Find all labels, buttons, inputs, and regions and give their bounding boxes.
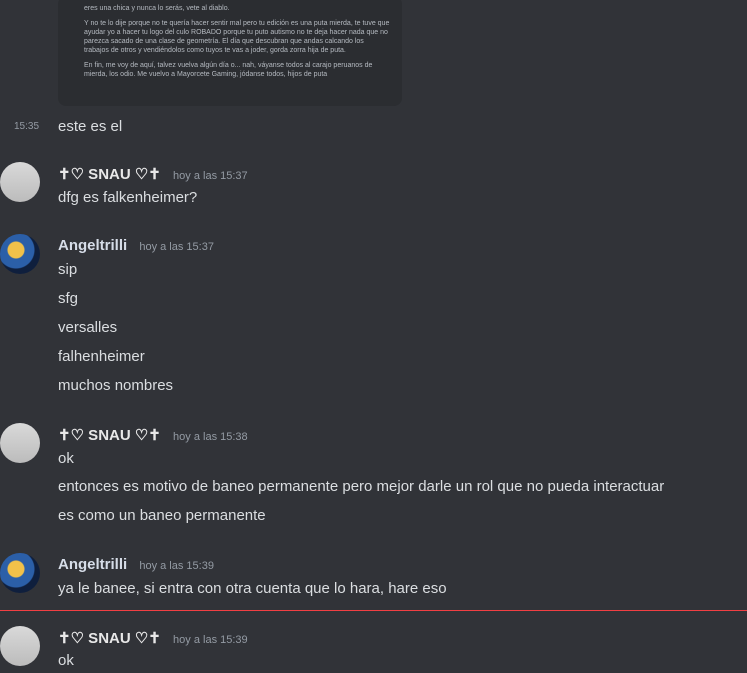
message-text: entonces es motivo de baneo permanente p… [58,478,665,495]
username[interactable]: ✝♡ SNAU ♡✝ hoy a las 15:38 [58,426,248,444]
message-time: hoy a las 15:39 [173,634,248,646]
message-text: es como un baneo permanente [58,507,266,524]
username[interactable]: ✝♡ SNAU ♡✝ hoy a las 15:39 [58,629,248,647]
embed-paragraph: En fin, me voy de aquí, talvez vuelva al… [84,62,373,78]
message-text: sip [58,261,78,278]
message-text: falhenheimer [58,348,145,365]
message-embed: eres una chica y nunca lo serás, vete al… [58,0,402,106]
message-text: muchos nombres [58,377,174,394]
message-time: hoy a las 15:37 [139,241,214,253]
message-text: sfg [58,290,79,307]
avatar[interactable] [0,162,40,202]
username[interactable]: Angeltrilli hoy a las 15:39 [58,556,214,573]
message-time: hoy a las 15:39 [139,560,214,572]
avatar[interactable] [0,626,40,666]
message-text: este es el [58,118,123,135]
message-time: hoy a las 15:37 [173,170,248,182]
message-time: hoy a las 15:38 [173,431,248,443]
message-text: versalles [58,319,118,336]
avatar[interactable] [0,234,40,274]
avatar[interactable] [0,553,40,593]
embed-paragraph: Y no te lo dije porque no te quería hace… [84,20,390,54]
message-text: dfg es falkenheimer? [58,189,198,206]
message-text: ya le banee, si entra con otra cuenta qu… [58,580,447,597]
username[interactable]: ✝♡ SNAU ♡✝ hoy a las 15:37 [58,165,248,183]
avatar[interactable] [0,423,40,463]
new-messages-divider [0,610,747,611]
message-text: ok [58,652,74,669]
embed-line: eres una chica y nunca lo serás, vete al… [84,5,230,12]
message-timestamp: 15:35 [14,121,40,132]
username[interactable]: Angeltrilli hoy a las 15:37 [58,237,214,254]
message-text: ok [58,450,74,467]
